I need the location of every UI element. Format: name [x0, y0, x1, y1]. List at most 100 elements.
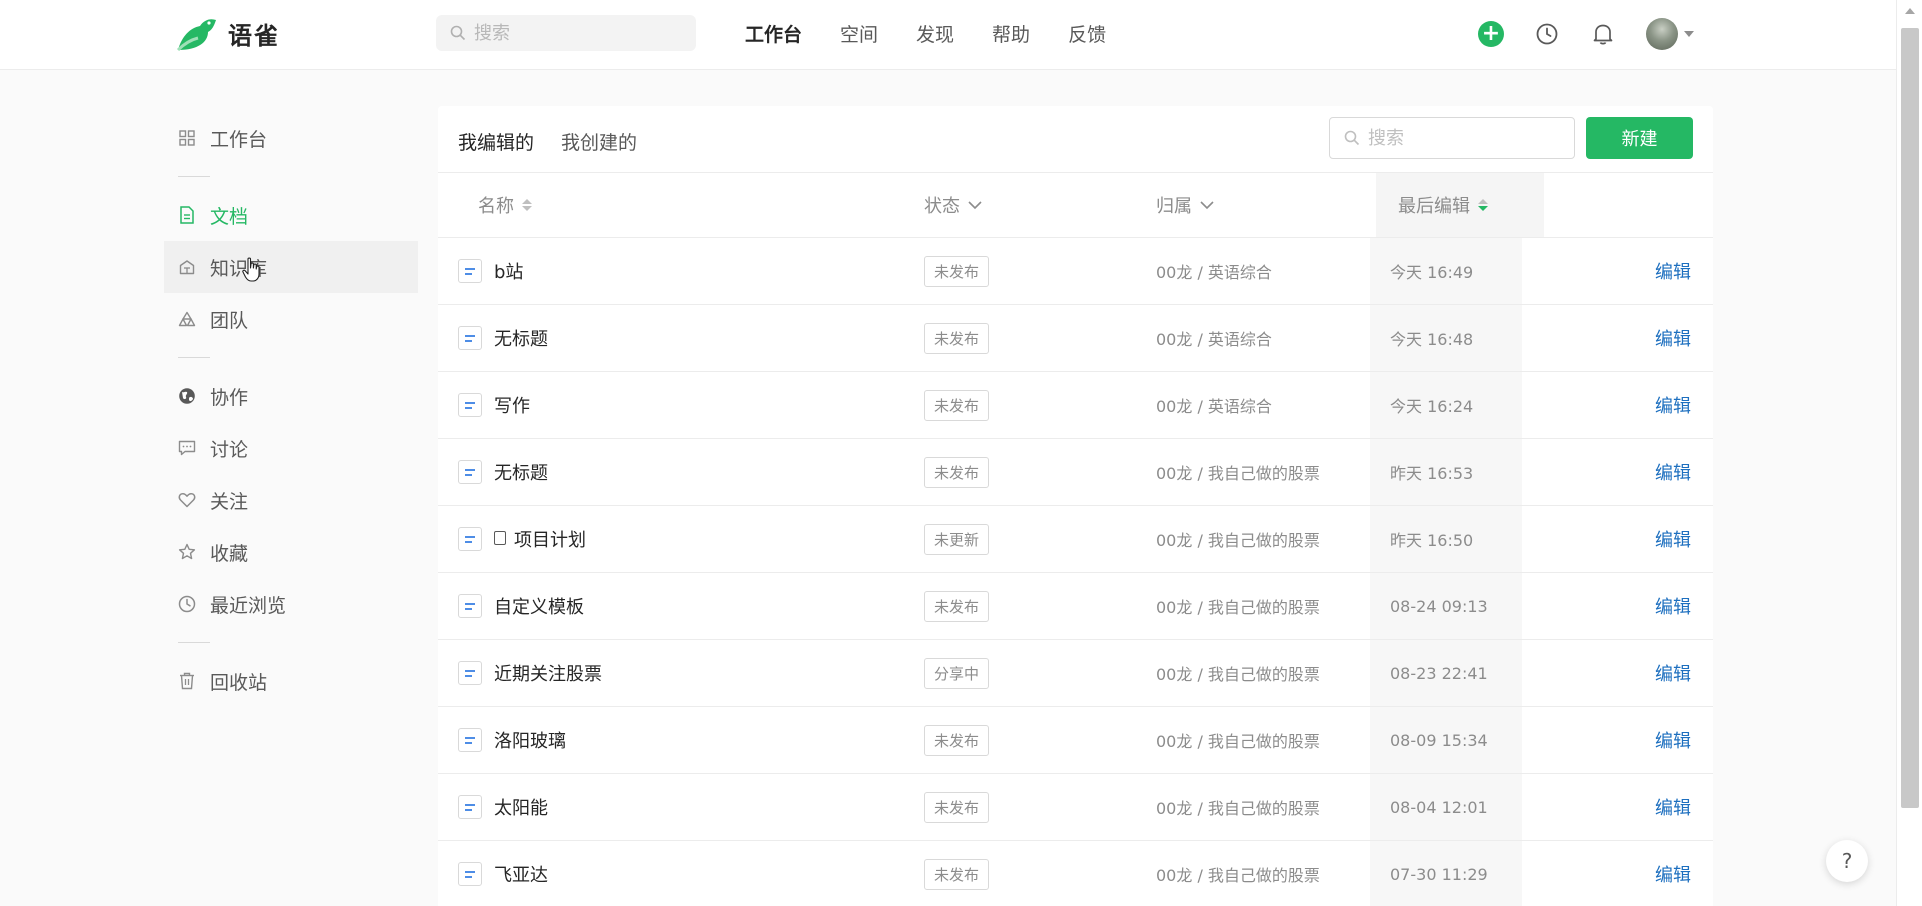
doc-name[interactable]: 太阳能	[494, 794, 548, 820]
avatar[interactable]	[1646, 18, 1678, 50]
sidebar-item-favorites[interactable]: 收藏	[164, 526, 418, 578]
doc-name[interactable]: 飞亚达	[494, 861, 548, 887]
column-last-edit[interactable]: 最后编辑	[1376, 173, 1544, 237]
doc-name[interactable]: 洛阳玻璃	[494, 727, 566, 753]
nav-help[interactable]: 帮助	[992, 20, 1030, 47]
sidebar-item-discussion[interactable]: 讨论	[164, 422, 418, 474]
table-row[interactable]: b站 未发布 00龙 / 英语综合 今天 16:49 编辑	[438, 238, 1713, 305]
bell-icon[interactable]	[1590, 21, 1616, 47]
edit-link[interactable]: 编辑	[1655, 392, 1691, 418]
column-belongs[interactable]: 归属	[1156, 173, 1214, 237]
doc-belongs[interactable]: 00龙 / 我自己做的股票	[1156, 527, 1320, 551]
table-row[interactable]: 自定义模板 未发布 00龙 / 我自己做的股票 08-24 09:13 编辑	[438, 573, 1713, 640]
belongs-cell[interactable]: 00龙 / 我自己做的股票	[1156, 774, 1320, 840]
edit-link[interactable]: 编辑	[1655, 727, 1691, 753]
app-name: 语雀	[228, 21, 280, 50]
doc-belongs[interactable]: 00龙 / 英语综合	[1156, 326, 1272, 350]
nav-feedback[interactable]: 反馈	[1068, 20, 1106, 47]
doc-belongs[interactable]: 00龙 / 我自己做的股票	[1156, 460, 1320, 484]
table-row[interactable]: 洛阳玻璃 未发布 00龙 / 我自己做的股票 08-09 15:34 编辑	[438, 707, 1713, 774]
doc-name[interactable]: 项目计划	[514, 526, 586, 552]
doc-name-cell[interactable]: 写作	[458, 372, 530, 438]
belongs-cell[interactable]: 00龙 / 我自己做的股票	[1156, 573, 1320, 639]
belongs-cell[interactable]: 00龙 / 英语综合	[1156, 372, 1272, 438]
doc-search-input[interactable]	[1368, 127, 1558, 149]
edit-link[interactable]: 编辑	[1655, 660, 1691, 686]
sidebar-divider	[178, 357, 210, 358]
belongs-cell[interactable]: 00龙 / 英语综合	[1156, 305, 1272, 371]
scroll-up-arrow-icon[interactable]	[1905, 8, 1915, 14]
nav-space[interactable]: 空间	[840, 20, 878, 47]
sidebar-item-team[interactable]: 团队	[164, 293, 418, 345]
sidebar-item-trash[interactable]: 回收站	[164, 655, 418, 707]
table-row[interactable]: 近期关注股票 分享中 00龙 / 我自己做的股票 08-23 22:41 编辑	[438, 640, 1713, 707]
sidebar-item-collaborate[interactable]: 协作	[164, 370, 418, 422]
belongs-cell[interactable]: 00龙 / 我自己做的股票	[1156, 707, 1320, 773]
sidebar-item-recent[interactable]: 最近浏览	[164, 578, 418, 630]
doc-belongs[interactable]: 00龙 / 英语综合	[1156, 259, 1272, 283]
doc-belongs[interactable]: 00龙 / 我自己做的股票	[1156, 795, 1320, 819]
belongs-cell[interactable]: 00龙 / 我自己做的股票	[1156, 640, 1320, 706]
window-scrollbar[interactable]	[1896, 0, 1922, 906]
doc-name-cell[interactable]: 近期关注股票	[458, 640, 602, 706]
global-search[interactable]	[436, 15, 696, 51]
belongs-cell[interactable]: 00龙 / 英语综合	[1156, 238, 1272, 304]
doc-name[interactable]: 自定义模板	[494, 593, 584, 619]
belongs-cell[interactable]: 00龙 / 我自己做的股票	[1156, 841, 1320, 906]
doc-name-cell[interactable]: 项目计划	[458, 506, 586, 572]
table-row[interactable]: 飞亚达 未发布 00龙 / 我自己做的股票 07-30 11:29 编辑	[438, 841, 1713, 906]
doc-name-cell[interactable]: 无标题	[458, 439, 548, 505]
doc-belongs[interactable]: 00龙 / 英语综合	[1156, 393, 1272, 417]
status-cell: 未发布	[924, 774, 990, 840]
edit-link[interactable]: 编辑	[1655, 258, 1691, 284]
sidebar-item-workbench[interactable]: 工作台	[164, 112, 418, 164]
doc-name[interactable]: 写作	[494, 392, 530, 418]
column-name[interactable]: 名称	[478, 173, 532, 237]
table-row[interactable]: 无标题 未发布 00龙 / 英语综合 今天 16:48 编辑	[438, 305, 1713, 372]
table-row[interactable]: 写作 未发布 00龙 / 英语综合 今天 16:24 编辑	[438, 372, 1713, 439]
doc-name[interactable]: 无标题	[494, 459, 548, 485]
scrollbar-thumb[interactable]	[1901, 28, 1919, 808]
doc-name-cell[interactable]: 洛阳玻璃	[458, 707, 566, 773]
sidebar-item-library[interactable]: 知识库	[164, 241, 418, 293]
nav-workbench[interactable]: 工作台	[745, 20, 802, 47]
doc-belongs[interactable]: 00龙 / 我自己做的股票	[1156, 594, 1320, 618]
new-button[interactable]: 新建	[1586, 117, 1693, 159]
logo[interactable]: 语雀	[174, 14, 280, 52]
doc-belongs[interactable]: 00龙 / 我自己做的股票	[1156, 728, 1320, 752]
table-row[interactable]: 项目计划 未更新 00龙 / 我自己做的股票 昨天 16:50 编辑	[438, 506, 1713, 573]
edit-link[interactable]: 编辑	[1655, 861, 1691, 887]
clock-icon[interactable]	[1534, 21, 1560, 47]
table-row[interactable]: 无标题 未发布 00龙 / 我自己做的股票 昨天 16:53 编辑	[438, 439, 1713, 506]
doc-belongs[interactable]: 00龙 / 我自己做的股票	[1156, 661, 1320, 685]
doc-name[interactable]: b站	[494, 258, 523, 284]
global-search-input[interactable]	[474, 22, 674, 44]
doc-name-cell[interactable]: b站	[458, 238, 523, 304]
nav-discover[interactable]: 发现	[916, 20, 954, 47]
doc-name[interactable]: 无标题	[494, 325, 548, 351]
edit-link[interactable]: 编辑	[1655, 593, 1691, 619]
edit-link[interactable]: 编辑	[1655, 526, 1691, 552]
edit-link[interactable]: 编辑	[1655, 325, 1691, 351]
sidebar-item-follow[interactable]: 关注	[164, 474, 418, 526]
edit-link[interactable]: 编辑	[1655, 794, 1691, 820]
table-row[interactable]: 太阳能 未发布 00龙 / 我自己做的股票 08-04 12:01 编辑	[438, 774, 1713, 841]
tab-my-edited[interactable]: 我编辑的	[458, 128, 534, 155]
tab-my-created[interactable]: 我创建的	[561, 128, 637, 155]
doc-belongs[interactable]: 00龙 / 我自己做的股票	[1156, 862, 1320, 886]
user-menu[interactable]	[1646, 18, 1694, 50]
doc-name-cell[interactable]: 无标题	[458, 305, 548, 371]
belongs-cell[interactable]: 00龙 / 我自己做的股票	[1156, 506, 1320, 572]
doc-file-icon	[458, 393, 482, 417]
doc-name-cell[interactable]: 太阳能	[458, 774, 548, 840]
doc-name-cell[interactable]: 飞亚达	[458, 841, 548, 906]
help-button[interactable]: ?	[1826, 840, 1868, 882]
column-status[interactable]: 状态	[924, 173, 982, 237]
belongs-cell[interactable]: 00龙 / 我自己做的股票	[1156, 439, 1320, 505]
doc-search[interactable]	[1329, 117, 1575, 159]
edit-link[interactable]: 编辑	[1655, 459, 1691, 485]
doc-name[interactable]: 近期关注股票	[494, 660, 602, 686]
sidebar-item-docs[interactable]: 文档	[164, 189, 418, 241]
plus-icon[interactable]: +	[1478, 21, 1504, 47]
doc-name-cell[interactable]: 自定义模板	[458, 573, 584, 639]
